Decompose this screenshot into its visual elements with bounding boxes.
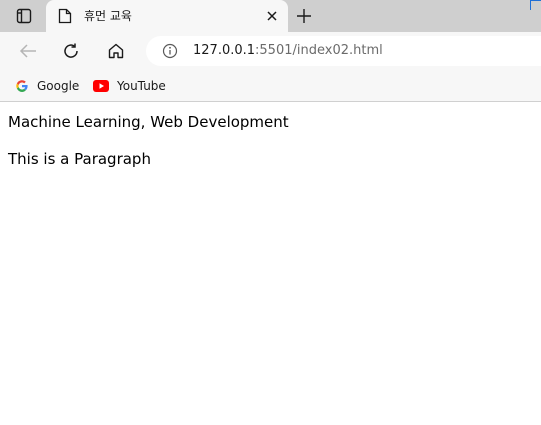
- bookmark-label: Google: [37, 79, 80, 93]
- paragraph: This is a Paragraph: [8, 150, 151, 168]
- tab-title: 휴먼 교육: [84, 9, 132, 23]
- page-icon: [58, 8, 72, 24]
- bookmark-google[interactable]: Google: [15, 76, 79, 96]
- url-path: :5501/index02.html: [255, 43, 383, 58]
- tab-strip: 휴먼 교육: [0, 0, 541, 32]
- youtube-icon: [93, 80, 109, 92]
- google-icon: [16, 80, 28, 92]
- new-tab-button[interactable]: [292, 4, 316, 28]
- topics-text: Machine Learning, Web Development: [8, 113, 289, 131]
- refresh-button[interactable]: [58, 38, 84, 64]
- info-icon[interactable]: [162, 43, 178, 59]
- tab-actions-button[interactable]: [8, 5, 40, 27]
- url-text[interactable]: 127.0.0.1:5501/index02.html: [193, 43, 383, 58]
- bookmarks-bar: Google YouTube: [0, 70, 541, 102]
- bookmark-label: YouTube: [117, 79, 166, 93]
- close-tab-button[interactable]: [262, 6, 282, 26]
- browser-tab[interactable]: 휴먼 교육: [46, 0, 288, 32]
- back-arrow-icon: [19, 44, 36, 58]
- refresh-icon: [64, 43, 78, 58]
- url-host: 127.0.0.1: [193, 43, 256, 58]
- plus-icon: [297, 9, 311, 23]
- close-icon: [267, 11, 277, 21]
- home-button[interactable]: [103, 38, 129, 64]
- window-edge: [530, 0, 541, 10]
- page-content: Machine Learning, Web Development This i…: [0, 103, 541, 425]
- home-icon: [108, 43, 124, 59]
- browser-toolbar: 127.0.0.1:5501/index02.html: [0, 32, 541, 70]
- tab-actions-icon: [16, 8, 32, 24]
- back-button[interactable]: [15, 38, 41, 64]
- address-bar[interactable]: 127.0.0.1:5501/index02.html: [146, 36, 541, 66]
- bookmark-youtube[interactable]: YouTube: [93, 76, 166, 96]
